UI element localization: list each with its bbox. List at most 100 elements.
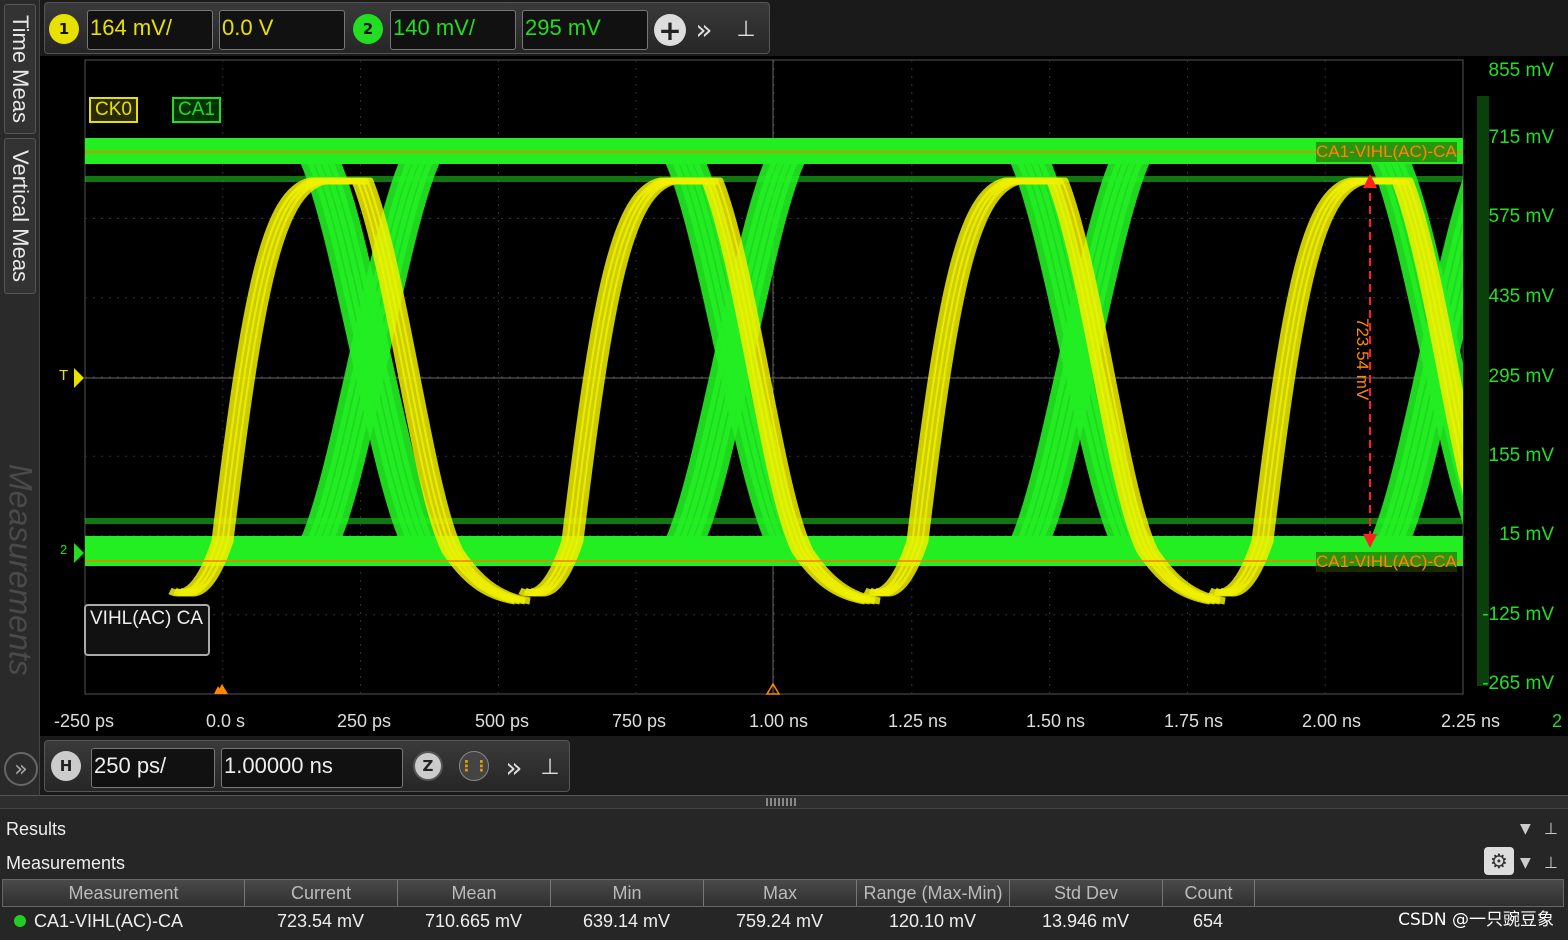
double-chevron-right-icon: » [505, 750, 523, 784]
y-tick-label: -265 mV [1482, 673, 1554, 694]
column-header[interactable]: Range (Max-Min) [857, 880, 1010, 906]
y-tick-label: 155 mV [1488, 445, 1554, 466]
panel-splitter[interactable] [0, 795, 1568, 809]
lower-cursor-label: CA1-VIHL(AC)-CA [1316, 552, 1457, 572]
y-tick-label: 295 mV [1488, 366, 1554, 387]
tab-vertical-meas[interactable]: Vertical Meas [4, 138, 36, 294]
chevron-down-icon: ▼ [1520, 855, 1531, 871]
column-header-filler [1255, 880, 1563, 906]
x-tick-label: 1.25 ns [888, 711, 948, 731]
y-tick-label: 715 mV [1488, 127, 1554, 148]
column-header[interactable]: Current [245, 880, 398, 906]
time-scale-field[interactable]: 250 ps/ [91, 748, 215, 788]
current-cell: 723.54 mV [276, 910, 365, 931]
measurement-callout-box[interactable]: VIHL(AC) CA [84, 604, 210, 656]
pin-icon: ⊥ [736, 16, 756, 42]
channel-2-ground-marker[interactable] [74, 543, 84, 563]
channel-2-badge[interactable]: 2 [353, 14, 383, 44]
tab-measurements-ghost[interactable]: Measurements [2, 440, 39, 700]
channel-toolbar: 1 164 mV/ 0.0 V 2 140 mV/ 295 mV + » ⊥ [44, 2, 770, 54]
count-cell: 654 [1192, 910, 1224, 931]
mean-cell: 710.665 mV [424, 910, 523, 931]
channel-1-offset-field[interactable]: 0.0 V [219, 10, 345, 50]
x-tick-label: 0.0 s [206, 711, 246, 731]
watermark-text: CSDN @一只豌豆象 [1398, 910, 1554, 930]
x-tick-label: 1.00 ns [749, 711, 809, 731]
acquire-menu-button[interactable]: ⋮⋮ [459, 751, 489, 781]
measurements-pin-button[interactable]: ⊥ [1544, 853, 1558, 872]
y-tick-label: 435 mV [1488, 286, 1554, 307]
y-tick-label: 15 mV [1499, 524, 1554, 545]
measurement-name: CA1-VIHL(AC)-CA [34, 910, 184, 931]
x-tick-label: 1.75 ns [1164, 711, 1224, 731]
double-chevron-right-icon: » [14, 756, 28, 782]
column-header[interactable]: Count [1163, 880, 1255, 906]
results-pin-button[interactable]: ⊥ [1544, 819, 1558, 838]
column-header[interactable]: Measurement [3, 880, 245, 906]
x-tick-label: -250 ps [54, 711, 115, 731]
y-tick-label: 855 mV [1488, 60, 1554, 81]
column-header[interactable]: Max [704, 880, 857, 906]
tab-time-meas[interactable]: Time Meas [4, 4, 36, 134]
trigger-level-label: T [59, 367, 69, 384]
x-tick-label: 2.25 ns [1441, 711, 1501, 731]
horizontal-toolbar: H 250 ps/ 1.00000 ns Z ⋮⋮ » ⊥ [44, 740, 570, 792]
y-tick-label: 575 mV [1488, 206, 1554, 227]
waveform-traces [85, 138, 1463, 605]
measurements-subtitle: Measurements [6, 853, 126, 873]
bars-icon: ⋮⋮ [459, 757, 489, 775]
channel-tag-ca1[interactable]: CA1 [172, 97, 221, 123]
max-cell: 759.24 mV [735, 910, 824, 931]
results-dropdown-button[interactable]: ▼ [1520, 821, 1531, 837]
channel-2-level-strip [1477, 96, 1489, 686]
channel-1-scale-field[interactable]: 164 mV/ [87, 10, 213, 50]
measurement-name-cell: CA1-VIHL(AC)-CA [2, 907, 244, 935]
channel-1-badge[interactable]: 1 [49, 14, 79, 44]
x-tick-label: 500 ps [475, 711, 530, 731]
tab-measurements-label: Measurements [2, 464, 39, 676]
range-cell: 120.10 mV [888, 910, 977, 931]
column-header[interactable]: Std Dev [1010, 880, 1163, 906]
zoom-button[interactable]: Z [413, 751, 443, 781]
results-title: Results [6, 819, 67, 839]
x-tick-label: 1.50 ns [1026, 711, 1086, 731]
table-row[interactable]: CA1-VIHL(AC)-CA 723.54 mV 710.665 mV 639… [2, 907, 1564, 935]
time-position-field[interactable]: 1.00000 ns [221, 748, 403, 788]
horizontal-badge[interactable]: H [51, 751, 81, 781]
pin-icon: ⊥ [1544, 853, 1558, 872]
chevron-down-icon: ▼ [1520, 821, 1531, 837]
tab-vertical-meas-label: Vertical Meas [8, 149, 33, 283]
channel-2-offset-field[interactable]: 295 mV [522, 10, 648, 50]
measurement-settings-button[interactable]: ⚙ [1484, 847, 1514, 875]
column-header[interactable]: Min [551, 880, 704, 906]
expand-panel-button[interactable]: » [4, 752, 38, 786]
y-tick-label: -125 mV [1482, 604, 1554, 625]
upper-cursor-label: CA1-VIHL(AC)-CA [1316, 142, 1457, 162]
channel-2-scale-field[interactable]: 140 mV/ [390, 10, 516, 50]
min-cell: 639.14 mV [582, 910, 671, 931]
pin-horizontal-button[interactable]: ⊥ [535, 749, 565, 785]
side-tab-bar: Time Meas Vertical Meas Measurements » [0, 0, 40, 795]
pin-toolbar-button[interactable]: ⊥ [731, 11, 761, 47]
x-tick-label: 250 ps [337, 711, 392, 731]
pin-icon: ⊥ [1544, 819, 1558, 838]
measurements-dropdown-button[interactable]: ▼ [1520, 855, 1531, 871]
column-header[interactable]: Mean [398, 880, 551, 906]
more-horizontal-button[interactable]: » [499, 749, 529, 785]
gear-icon: ⚙ [1490, 849, 1508, 873]
double-chevron-right-icon: » [695, 12, 713, 46]
more-channels-button[interactable]: » [689, 11, 719, 47]
ground-marker-label: 2 [60, 542, 68, 557]
channel-tag-ck0[interactable]: CK0 [89, 97, 138, 123]
splitter-grip-icon [766, 798, 796, 806]
x-tick-label: 750 ps [612, 711, 667, 731]
measurements-table-header: Measurement Current Mean Min Max Range (… [2, 879, 1564, 907]
x-tick-label-extra: 2 [1552, 711, 1563, 731]
add-channel-button[interactable]: + [654, 13, 686, 47]
channel-1-dot-icon [14, 915, 26, 927]
plus-circle-icon: + [658, 13, 682, 47]
trigger-level-marker[interactable] [74, 368, 84, 388]
x-tick-label: 2.00 ns [1302, 711, 1362, 731]
tab-time-meas-label: Time Meas [8, 15, 33, 123]
results-panel: Results ▼ ⊥ Measurements ⚙ ▼ ⊥ Measureme… [0, 809, 1568, 940]
